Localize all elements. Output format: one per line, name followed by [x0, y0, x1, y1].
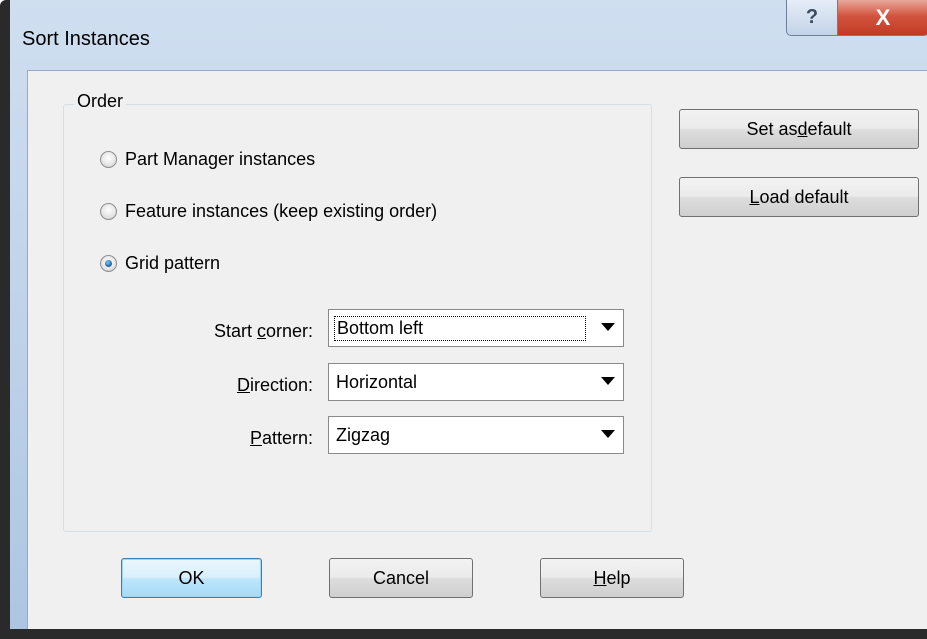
radio-button[interactable] [100, 203, 117, 220]
window-title: Sort Instances [22, 28, 150, 50]
radio-button[interactable] [100, 151, 117, 168]
radio-feature-instances[interactable]: Feature instances (keep existing order) [100, 201, 437, 222]
ok-button[interactable]: OK [121, 558, 262, 598]
help-caption-button[interactable]: ? [786, 0, 838, 36]
dialog-client-area: Order Part Manager instances Feature ins… [27, 70, 927, 629]
question-icon: ? [805, 6, 819, 28]
direction-select[interactable]: Horizontal [328, 363, 624, 401]
chevron-down-icon[interactable] [601, 430, 615, 438]
pattern-value: Zigzag [336, 424, 391, 445]
start-corner-select[interactable]: Bottom left [328, 309, 624, 347]
radio-part-manager-instances[interactable]: Part Manager instances [100, 149, 315, 170]
start-corner-label: Start corner: [213, 321, 313, 341]
radio-label: Part Manager instances [125, 149, 316, 169]
close-button[interactable]: X [837, 0, 927, 36]
pattern-label: Pattern: [249, 428, 313, 448]
start-corner-value: Bottom left [334, 315, 586, 341]
cancel-button[interactable]: Cancel [329, 558, 473, 598]
help-button[interactable]: Help [540, 558, 684, 598]
pattern-select[interactable]: Zigzag [328, 416, 624, 454]
load-default-button[interactable]: Load default [679, 177, 919, 217]
direction-value: Horizontal [336, 371, 418, 392]
direction-label: Direction: [236, 375, 313, 395]
radio-label: Feature instances (keep existing order) [125, 201, 438, 221]
order-group-label: Order [74, 91, 127, 112]
radio-grid-pattern[interactable]: Grid pattern [100, 253, 220, 274]
chevron-down-icon[interactable] [601, 377, 615, 385]
radio-label: Grid pattern [125, 253, 221, 273]
close-icon: X [875, 4, 891, 30]
chevron-down-icon[interactable] [601, 323, 615, 331]
set-as-default-button[interactable]: Set as d efault [679, 109, 919, 149]
dialog-window: Sort Instances ? X Order Part Manager in… [0, 0, 927, 639]
radio-button-selected[interactable] [100, 255, 117, 272]
